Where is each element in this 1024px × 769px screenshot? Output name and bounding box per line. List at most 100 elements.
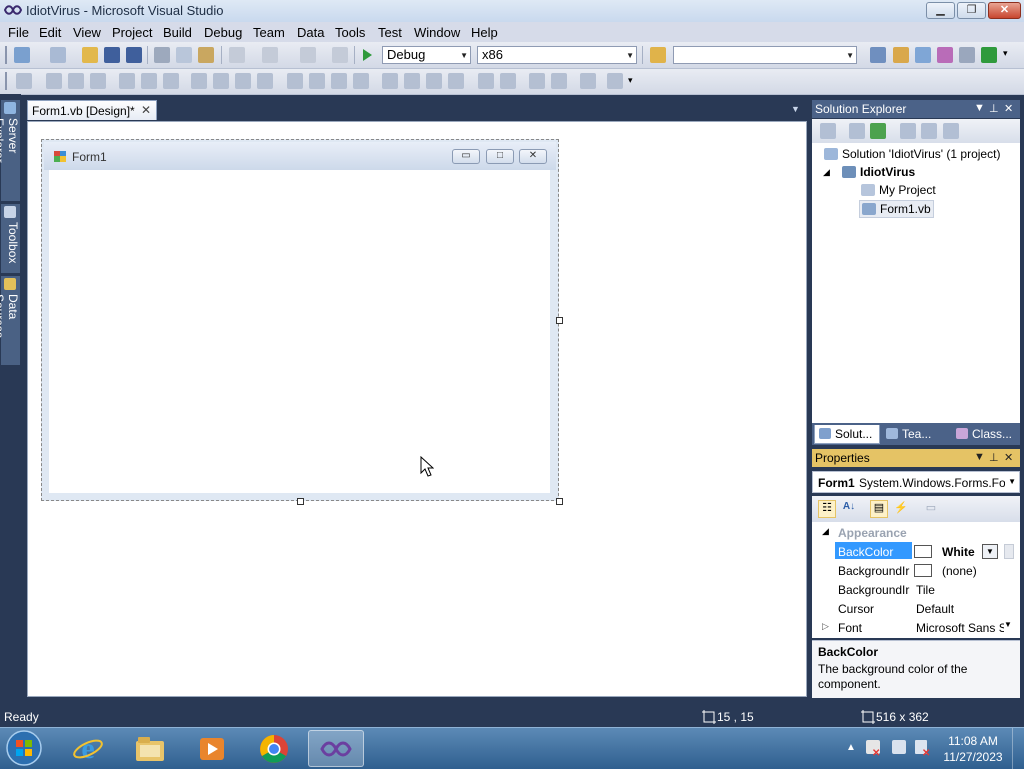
toolbar-overflow-icon[interactable]: ▾ (1003, 48, 1008, 59)
align-centers-icon[interactable] (68, 73, 84, 89)
menu-data[interactable]: Data (297, 25, 324, 40)
taskbar-file-explorer[interactable] (122, 730, 178, 767)
property-value[interactable]: Microsoft Sans S (916, 621, 1004, 635)
menu-view[interactable]: View (73, 25, 101, 40)
document-tab-form1-design[interactable]: Form1.vb [Design]* ✕ (27, 100, 157, 120)
taskbar-visual-studio[interactable] (308, 730, 364, 767)
tab-solution-explorer[interactable]: Solut... (814, 425, 880, 444)
tab-toolbox[interactable]: Toolbox (1, 204, 20, 274)
menu-window[interactable]: Window (414, 25, 460, 40)
properties-view-icon[interactable]: ▤ (870, 500, 888, 518)
scroll-down-icon[interactable]: ▼ (1004, 620, 1012, 629)
taskbar-chrome[interactable] (246, 730, 302, 767)
menu-edit[interactable]: Edit (39, 25, 61, 40)
tab-server-explorer[interactable]: Server Explorer (0, 100, 20, 202)
increase-horizontal-spacing-icon[interactable] (309, 73, 325, 89)
toolbox-icon[interactable] (937, 47, 953, 63)
undo-icon[interactable] (229, 47, 245, 63)
send-to-back-icon[interactable] (551, 73, 567, 89)
expand-arrow-icon[interactable]: ▷ (822, 621, 829, 632)
menu-file[interactable]: File (8, 25, 29, 40)
system-clock[interactable]: 11:08 AM 11/27/2023 (940, 733, 1006, 765)
resize-handle-right[interactable] (556, 317, 563, 324)
toolbar-grip[interactable] (5, 72, 7, 90)
properties-window-icon[interactable] (893, 47, 909, 63)
align-bottoms-icon[interactable] (163, 73, 179, 89)
tree-item-form1[interactable]: Form1.vb (859, 200, 934, 218)
toolbar-grip[interactable] (5, 46, 7, 64)
property-row-backcolor[interactable]: BackColor White ▼ (812, 542, 1020, 561)
navigate-forward-icon[interactable] (332, 47, 348, 63)
cut-icon[interactable] (154, 47, 170, 63)
auto-hide-pin-icon[interactable]: ⊥ (989, 102, 999, 115)
taskbar-media-player[interactable] (184, 730, 240, 767)
horizontal-spacing-equal-icon[interactable] (287, 73, 303, 89)
align-tops-icon[interactable] (119, 73, 135, 89)
solution-configuration-dropdown[interactable]: Debug ▼ (382, 46, 471, 64)
start-page-icon[interactable] (981, 47, 997, 63)
resize-handle-bottom[interactable] (297, 498, 304, 505)
extension-manager-icon[interactable] (959, 47, 975, 63)
refresh-icon[interactable] (870, 123, 886, 139)
network-icon[interactable] (892, 740, 906, 754)
solution-explorer-icon[interactable] (870, 47, 886, 63)
paste-icon[interactable] (198, 47, 214, 63)
form-title-bar[interactable]: Form1 ▭ □ ✕ (44, 142, 556, 170)
menu-build[interactable]: Build (163, 25, 192, 40)
find-combo[interactable]: ▼ (673, 46, 857, 64)
object-selector-dropdown[interactable]: Form1 System.Windows.Forms.Fo ▼ (812, 471, 1020, 493)
close-pane-icon[interactable]: ✕ (1004, 102, 1013, 115)
menu-tools[interactable]: Tools (335, 25, 365, 40)
taskbar-internet-explorer[interactable]: e (60, 730, 116, 767)
collapse-arrow-icon[interactable]: ◢ (823, 167, 830, 178)
scrollbar-thumb[interactable] (1004, 544, 1014, 559)
vertical-spacing-equal-icon[interactable] (382, 73, 398, 89)
property-value[interactable]: Tile (916, 583, 1004, 597)
menu-team[interactable]: Team (253, 25, 285, 40)
maximize-button[interactable]: ❐ (957, 2, 986, 19)
save-all-icon[interactable] (126, 47, 142, 63)
start-orb-icon[interactable] (4, 729, 44, 767)
save-icon[interactable] (104, 47, 120, 63)
align-lefts-icon[interactable] (46, 73, 62, 89)
class-diagram-icon[interactable] (943, 123, 959, 139)
solution-platform-dropdown[interactable]: x86 ▼ (477, 46, 637, 64)
close-button[interactable]: ✕ (988, 2, 1021, 19)
view-code-icon[interactable] (900, 123, 916, 139)
properties-icon[interactable] (820, 123, 836, 139)
dropdown-button[interactable]: ▼ (982, 544, 998, 559)
remove-vertical-spacing-icon[interactable] (448, 73, 464, 89)
tab-class-view[interactable]: Class... (952, 425, 1020, 444)
show-all-files-icon[interactable] (849, 123, 865, 139)
start-debugging-icon[interactable] (361, 48, 373, 62)
make-same-height-icon[interactable] (235, 73, 251, 89)
size-to-grid-icon[interactable] (213, 73, 229, 89)
auto-hide-pin-icon[interactable]: ⊥ (989, 451, 999, 464)
decrease-horizontal-spacing-icon[interactable] (331, 73, 347, 89)
tab-team-explorer[interactable]: Tea... (882, 425, 950, 444)
form-client-area[interactable] (49, 170, 550, 493)
align-to-grid-icon[interactable] (16, 73, 32, 89)
redo-icon[interactable] (262, 47, 278, 63)
view-designer-icon[interactable] (921, 123, 937, 139)
menu-test[interactable]: Test (378, 25, 402, 40)
decrease-vertical-spacing-icon[interactable] (426, 73, 442, 89)
lock-controls-icon[interactable] (607, 73, 623, 89)
property-row-font[interactable]: ▷ Font Microsoft Sans S ▼ (812, 618, 1020, 637)
make-same-width-icon[interactable] (191, 73, 207, 89)
make-same-size-icon[interactable] (257, 73, 273, 89)
object-browser-icon[interactable] (915, 47, 931, 63)
bring-to-front-icon[interactable] (529, 73, 545, 89)
resize-handle-bottom-right[interactable] (556, 498, 563, 505)
minimize-button[interactable]: ▁ (926, 2, 955, 19)
alphabetical-icon[interactable]: A↓ (840, 500, 858, 518)
open-folder-icon[interactable] (82, 47, 98, 63)
menu-debug[interactable]: Debug (204, 25, 242, 40)
property-value[interactable]: (none) (942, 564, 1024, 578)
align-rights-icon[interactable] (90, 73, 106, 89)
copy-icon[interactable] (176, 47, 192, 63)
center-horizontally-icon[interactable] (478, 73, 494, 89)
navigate-backward-icon[interactable] (300, 47, 316, 63)
window-position-icon[interactable]: ▼ (974, 102, 985, 114)
increase-vertical-spacing-icon[interactable] (404, 73, 420, 89)
